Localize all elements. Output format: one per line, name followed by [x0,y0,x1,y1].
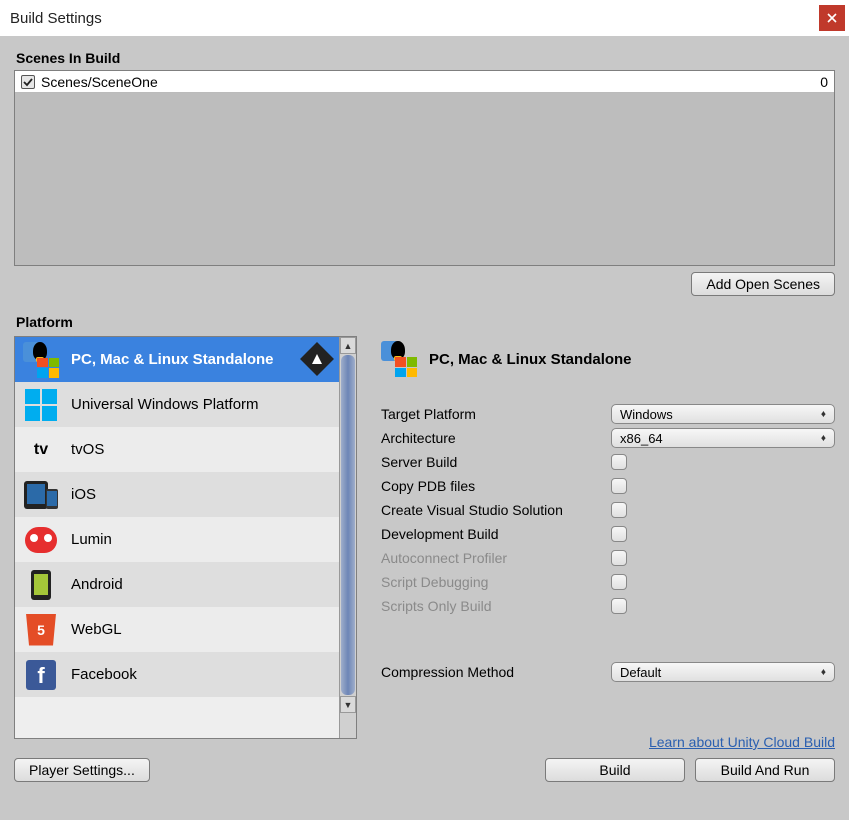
android-icon [23,567,59,603]
development-build-row: Development Build [381,522,835,546]
option-label: Development Build [381,526,611,542]
platform-details: PC, Mac & Linux Standalone Target Platfo… [377,336,835,750]
chevron-updown-icon: ♦ [821,667,826,678]
platform-item-facebook[interactable]: f Facebook [15,652,339,697]
close-button[interactable] [819,5,845,31]
development-build-checkbox[interactable] [611,526,627,542]
platform-item-webgl[interactable]: 5 WebGL [15,607,339,652]
architecture-select[interactable]: x86_64 ♦ [611,428,835,448]
architecture-label: Architecture [381,430,611,446]
copy-pdb-row: Copy PDB files [381,474,835,498]
tvos-icon: tv [23,432,59,468]
learn-cloud-build-link[interactable]: Learn about Unity Cloud Build [381,734,835,750]
architecture-row: Architecture x86_64 ♦ [381,426,835,450]
build-button[interactable]: Build [545,758,685,782]
platform-scrollbar[interactable]: ▲ ▼ [339,337,356,738]
option-label: Server Build [381,454,611,470]
option-label: Autoconnect Profiler [381,550,611,566]
chevron-updown-icon: ♦ [821,433,826,444]
scroll-down-arrow-icon[interactable]: ▼ [340,696,356,713]
platform-item-lumin[interactable]: Lumin [15,517,339,562]
scene-path: Scenes/SceneOne [41,74,158,90]
platform-header: Platform [16,314,835,330]
standalone-icon [23,342,59,378]
platform-item-ios[interactable]: iOS [15,472,339,517]
platform-item-android[interactable]: Android [15,562,339,607]
platform-label: iOS [71,486,96,503]
unity-icon [305,347,331,373]
client-area: Scenes In Build Scenes/SceneOne 0 Add Op… [0,36,849,820]
option-label: Copy PDB files [381,478,611,494]
build-and-run-button[interactable]: Build And Run [695,758,835,782]
scenes-list[interactable]: Scenes/SceneOne 0 [14,70,835,266]
platform-label: Android [71,576,123,593]
scroll-thumb[interactable] [341,355,355,695]
create-vs-solution-row: Create Visual Studio Solution [381,498,835,522]
script-debugging-row: Script Debugging [381,570,835,594]
chevron-updown-icon: ♦ [821,409,826,420]
scene-index: 0 [820,74,828,90]
player-settings-button[interactable]: Player Settings... [14,758,150,782]
compression-value: Default [620,665,661,680]
autoconnect-profiler-row: Autoconnect Profiler [381,546,835,570]
scenes-header: Scenes In Build [16,50,835,66]
scroll-up-arrow-icon[interactable]: ▲ [340,337,356,354]
add-open-scenes-button[interactable]: Add Open Scenes [691,272,835,296]
platform-label: Facebook [71,666,137,683]
bottom-bar: Player Settings... Build Build And Run [14,758,835,782]
server-build-row: Server Build [381,450,835,474]
compression-row: Compression Method Default ♦ [381,660,835,684]
details-title: PC, Mac & Linux Standalone [429,351,632,368]
standalone-icon [381,341,417,377]
option-label: Script Debugging [381,574,611,590]
autoconnect-profiler-checkbox [611,550,627,566]
scripts-only-build-checkbox [611,598,627,614]
platform-list: PC, Mac & Linux Standalone Universal Win… [14,336,357,739]
copy-pdb-checkbox[interactable] [611,478,627,494]
ios-icon [23,477,59,513]
webgl-icon: 5 [23,612,59,648]
platform-label: tvOS [71,441,104,458]
scene-checkbox[interactable] [21,75,35,89]
details-header: PC, Mac & Linux Standalone [381,338,835,380]
platform-item-uwp[interactable]: Universal Windows Platform [15,382,339,427]
target-platform-row: Target Platform Windows ♦ [381,402,835,426]
close-icon [827,13,837,23]
option-label: Create Visual Studio Solution [381,502,611,518]
platform-label: WebGL [71,621,122,638]
option-label: Scripts Only Build [381,598,611,614]
target-platform-value: Windows [620,407,673,422]
scripts-only-build-row: Scripts Only Build [381,594,835,618]
platform-label: PC, Mac & Linux Standalone [71,351,274,368]
titlebar: Build Settings [0,0,849,36]
facebook-icon: f [23,657,59,693]
compression-select[interactable]: Default ♦ [611,662,835,682]
platform-item-standalone[interactable]: PC, Mac & Linux Standalone [15,337,339,382]
target-platform-select[interactable]: Windows ♦ [611,404,835,424]
target-platform-label: Target Platform [381,406,611,422]
lumin-icon [23,522,59,558]
windows-icon [23,387,59,423]
window-title: Build Settings [10,10,102,27]
script-debugging-checkbox [611,574,627,590]
check-icon [23,77,33,87]
server-build-checkbox[interactable] [611,454,627,470]
architecture-value: x86_64 [620,431,663,446]
platform-label: Universal Windows Platform [71,396,259,413]
platform-label: Lumin [71,531,112,548]
create-vs-solution-checkbox[interactable] [611,502,627,518]
platform-item-tvos[interactable]: tv tvOS [15,427,339,472]
compression-label: Compression Method [381,664,611,680]
scene-row[interactable]: Scenes/SceneOne 0 [15,71,834,93]
